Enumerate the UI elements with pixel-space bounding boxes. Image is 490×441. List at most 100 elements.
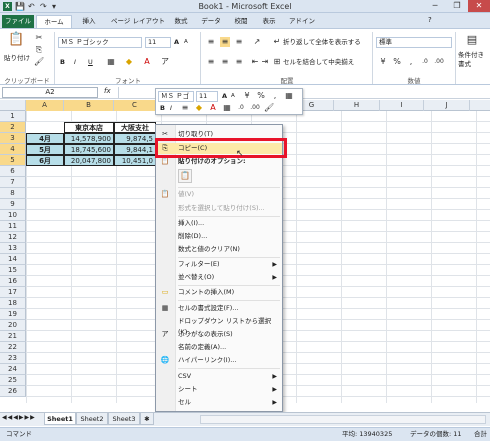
menu-item-sheet[interactable]: シート ▶ [156, 384, 282, 395]
tab-data[interactable]: データ [198, 15, 224, 28]
mini-font-select[interactable]: ＭＳ Ｐゴ [158, 91, 194, 102]
borders-icon[interactable]: ▦ [106, 57, 116, 67]
help-icon[interactable]: ? [428, 16, 432, 24]
menu-item-cell[interactable]: セル ▶ [156, 397, 282, 408]
underline-button[interactable]: U [88, 57, 93, 68]
row-header[interactable]: 12 [0, 232, 26, 243]
row-header[interactable]: 5 [0, 155, 26, 166]
sheet-tab-sheet3[interactable]: Sheet3 [108, 413, 140, 425]
mini-fill-color-icon[interactable]: ◆ [194, 103, 204, 113]
mini-shrink-font-button[interactable]: A [231, 91, 235, 102]
column-header-c[interactable]: C [114, 100, 156, 111]
menu-item-clear-contents[interactable]: 数式と値のクリア(N) [156, 244, 282, 255]
wrap-text-button[interactable]: 折り返して全体を表示する [283, 37, 361, 48]
row-header[interactable]: 16 [0, 276, 26, 287]
value-cell[interactable]: 9,874,5 [114, 133, 156, 144]
conditional-format-icon[interactable]: ▤ [465, 34, 479, 49]
menu-item-filter[interactable]: フィルター(E) ▶ [156, 259, 282, 270]
align-top-icon[interactable]: ≡ [206, 37, 216, 47]
column-header-b[interactable]: B [64, 100, 114, 111]
merge-center-icon[interactable]: ⊞ [272, 57, 282, 67]
value-cell[interactable]: 14,578,900 [64, 133, 114, 144]
shrink-font-button[interactable]: A [184, 37, 188, 48]
row-header[interactable]: 18 [0, 298, 26, 309]
decrease-indent-icon[interactable]: ⇤ [250, 57, 260, 67]
menu-item-insert[interactable]: 挿入(I)... [156, 218, 282, 229]
mini-currency-icon[interactable]: ¥ [242, 91, 252, 101]
font-color-icon[interactable]: A [142, 57, 152, 67]
bold-button[interactable]: B [60, 57, 65, 68]
value-cell[interactable]: 20,047,800 [64, 155, 114, 166]
month-cell[interactable]: 5月 [26, 144, 64, 155]
mini-comma-icon[interactable]: , [270, 91, 280, 101]
new-sheet-icon[interactable]: ✱ [140, 413, 154, 425]
mini-grow-font-button[interactable]: A [222, 91, 227, 102]
row-header[interactable]: 24 [0, 364, 26, 375]
row-header[interactable]: 6 [0, 166, 26, 177]
row-header[interactable]: 4 [0, 144, 26, 155]
increase-indent-icon[interactable]: ⇥ [260, 57, 270, 67]
tab-insert[interactable]: 挿入 [76, 15, 102, 28]
tab-page-layout[interactable]: ページ レイアウト [106, 15, 170, 28]
tab-addins[interactable]: アドイン [287, 15, 317, 28]
mini-italic-button[interactable]: I [170, 103, 172, 114]
value-cell[interactable]: 9,844,1 [114, 144, 156, 155]
mini-format-icon[interactable]: ▦ [284, 91, 294, 101]
paste-icon[interactable]: 📋 [8, 33, 24, 51]
format-painter-icon[interactable]: 🖌 [34, 57, 44, 67]
menu-item-paste-special[interactable]: 形式を選択して貼り付け(S)... [156, 203, 282, 214]
row-header[interactable]: 10 [0, 210, 26, 221]
font-name-select[interactable]: ＭＳ Ｐゴシック [58, 37, 142, 48]
mini-decrease-decimal-icon[interactable]: .00 [250, 103, 260, 113]
row-header[interactable]: 23 [0, 353, 26, 364]
horizontal-scrollbar[interactable] [200, 415, 486, 424]
mini-percent-icon[interactable]: % [256, 91, 266, 101]
row-header[interactable]: 8 [0, 188, 26, 199]
row-header[interactable]: 9 [0, 199, 26, 210]
increase-decimal-icon[interactable]: .0 [420, 57, 430, 67]
row-header[interactable]: 17 [0, 287, 26, 298]
row-header[interactable]: 21 [0, 331, 26, 342]
sheet-tab-sheet2[interactable]: Sheet2 [76, 413, 108, 425]
align-middle-icon[interactable]: ≡ [220, 37, 230, 47]
italic-button[interactable]: I [74, 57, 76, 68]
cut-icon[interactable]: ✂ [34, 33, 44, 43]
copy-icon[interactable]: ⎘ [34, 45, 44, 55]
menu-item-paste-values[interactable]: 📋 値(V) [156, 189, 282, 200]
number-format-select[interactable]: 標準 [376, 37, 452, 48]
menu-item-delete[interactable]: 削除(D)... [156, 231, 282, 242]
cell-a2[interactable] [26, 122, 64, 133]
fx-icon[interactable]: fx [104, 87, 111, 95]
month-cell[interactable]: 4月 [26, 133, 64, 144]
close-icon[interactable]: ✕ [468, 0, 490, 12]
sheet-nav-icon[interactable]: ◀◀◀▶▶▶ [2, 414, 36, 421]
conditional-format-button[interactable]: 条件付き書式 [458, 51, 490, 71]
row-header[interactable]: 15 [0, 265, 26, 276]
mini-bold-button[interactable]: B [160, 103, 165, 114]
row-header[interactable]: 1 [0, 111, 26, 122]
sheet-tab-sheet1[interactable]: Sheet1 [44, 413, 76, 425]
column-header-j[interactable]: J [424, 100, 470, 111]
align-bottom-icon[interactable]: ≡ [234, 37, 244, 47]
mini-borders-icon[interactable]: ▦ [222, 103, 232, 113]
column-header-i[interactable]: I [380, 100, 424, 111]
menu-item-hyperlink[interactable]: 🌐 ハイパーリンク(I)... [156, 355, 282, 366]
select-all-corner[interactable] [0, 100, 26, 111]
tab-view[interactable]: 表示 [258, 15, 280, 28]
row-header[interactable]: 20 [0, 320, 26, 331]
header-cell-tokyo[interactable]: 東京本店 [64, 122, 114, 133]
align-center-icon[interactable]: ≡ [220, 57, 230, 67]
row-header[interactable]: 11 [0, 221, 26, 232]
menu-item-csv[interactable]: CSV ▶ [156, 371, 282, 382]
tab-review[interactable]: 校閲 [230, 15, 252, 28]
mini-size-select[interactable]: 11 [196, 91, 218, 102]
menu-item-pick-from-list[interactable]: ドロップダウン リストから選択(K)... [156, 316, 282, 336]
row-header[interactable]: 14 [0, 254, 26, 265]
tab-file[interactable]: ファイル [2, 15, 34, 28]
row-header[interactable]: 26 [0, 386, 26, 397]
mini-align-icon[interactable]: ≡ [180, 103, 190, 113]
row-header[interactable]: 25 [0, 375, 26, 386]
currency-icon[interactable]: ¥ [378, 57, 388, 67]
mini-font-color-icon[interactable]: A [208, 103, 218, 113]
column-header-h[interactable]: H [334, 100, 380, 111]
